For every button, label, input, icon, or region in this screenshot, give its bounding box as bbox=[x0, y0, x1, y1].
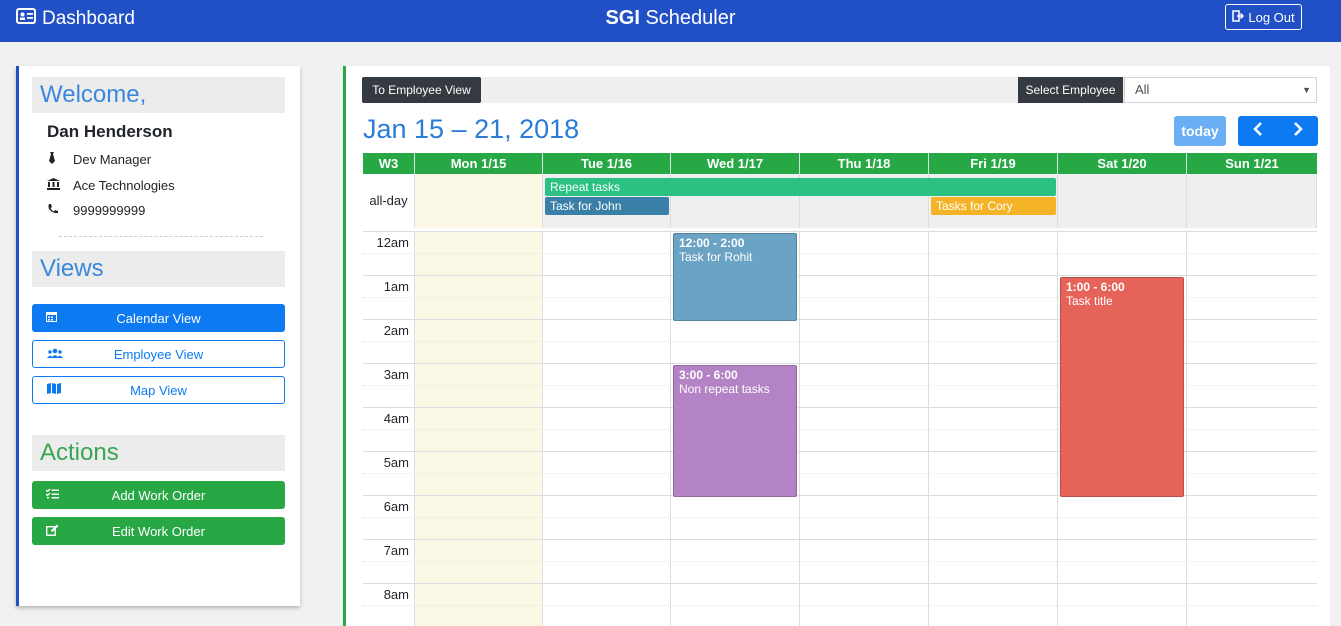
hour-label: 4am bbox=[383, 411, 409, 426]
allday-event[interactable]: Repeat tasks bbox=[545, 178, 1056, 196]
chevron-left-icon bbox=[1253, 121, 1263, 141]
hour-label: 1am bbox=[383, 279, 409, 294]
next-week-button[interactable] bbox=[1278, 116, 1318, 146]
divider bbox=[59, 236, 263, 237]
day-header[interactable]: Wed 1/17 bbox=[671, 153, 800, 174]
allday-cell[interactable] bbox=[1187, 174, 1317, 228]
edit-icon bbox=[45, 524, 59, 539]
tie-icon bbox=[47, 152, 73, 167]
calendar-event[interactable]: 1:00 - 6:00 Task title bbox=[1060, 277, 1184, 497]
calendar-panel: To Employee View Select Employee All ▼ J… bbox=[343, 66, 1330, 626]
sidebar: Welcome, Dan Henderson Dev Manager Ace T… bbox=[16, 66, 300, 606]
user-company-row: Ace Technologies bbox=[47, 178, 175, 193]
hour-line bbox=[363, 231, 1317, 253]
day-header-row: W3 Mon 1/15 Tue 1/16 Wed 1/17 Thu 1/18 F… bbox=[363, 153, 1317, 174]
day-header[interactable]: Thu 1/18 bbox=[800, 153, 929, 174]
hour-line bbox=[363, 495, 1317, 517]
map-view-button[interactable]: Map View bbox=[32, 376, 285, 404]
app-title: SGI Scheduler bbox=[605, 7, 736, 29]
half-hour-line bbox=[363, 561, 1317, 583]
half-hour-line bbox=[363, 517, 1317, 539]
hour-label: 2am bbox=[383, 323, 409, 338]
day-header[interactable]: Sun 1/21 bbox=[1187, 153, 1317, 174]
week-nav-group bbox=[1238, 116, 1318, 146]
add-work-order-button[interactable]: Add Work Order bbox=[32, 481, 285, 509]
users-icon bbox=[47, 348, 63, 361]
calendar-toolbar: To Employee View Select Employee All ▼ bbox=[362, 77, 1317, 103]
chevron-right-icon bbox=[1293, 121, 1303, 141]
user-name: Dan Henderson bbox=[47, 122, 173, 141]
half-hour-line bbox=[363, 253, 1317, 275]
employee-view-button[interactable]: Employee View bbox=[32, 340, 285, 368]
to-employee-view-button[interactable]: To Employee View bbox=[362, 77, 481, 103]
hour-label: 8am bbox=[383, 587, 409, 602]
hour-line bbox=[363, 539, 1317, 561]
logout-icon bbox=[1232, 9, 1245, 25]
select-employee-label: Select Employee bbox=[1018, 77, 1123, 103]
allday-cell[interactable] bbox=[1058, 174, 1187, 228]
day-header[interactable]: Mon 1/15 bbox=[415, 153, 543, 174]
today-button[interactable]: today bbox=[1174, 116, 1226, 146]
day-header[interactable]: Fri 1/19 bbox=[929, 153, 1058, 174]
hour-label: 5am bbox=[383, 455, 409, 470]
time-grid: 12am 1am 2am 3am 4am 5am 6am 7am 8am 12:… bbox=[363, 231, 1317, 626]
hour-label: 7am bbox=[383, 543, 409, 558]
hour-label: 3am bbox=[383, 367, 409, 382]
hour-label: 12am bbox=[376, 235, 409, 250]
welcome-heading: Welcome, bbox=[32, 77, 285, 113]
week-grid: W3 Mon 1/15 Tue 1/16 Wed 1/17 Thu 1/18 F… bbox=[363, 153, 1317, 626]
edit-work-order-button[interactable]: Edit Work Order bbox=[32, 517, 285, 545]
day-header[interactable]: Tue 1/16 bbox=[543, 153, 671, 174]
calendar-icon bbox=[46, 311, 57, 325]
actions-heading: Actions bbox=[32, 435, 285, 471]
allday-event[interactable]: Tasks for Cory bbox=[931, 197, 1056, 215]
calendar-view-button[interactable]: Calendar View bbox=[32, 304, 285, 332]
allday-label: all-day bbox=[363, 174, 415, 228]
allday-cell[interactable] bbox=[415, 174, 543, 228]
allday-event[interactable]: Task for John bbox=[545, 197, 669, 215]
caret-down-icon: ▼ bbox=[1302, 85, 1311, 95]
bank-icon bbox=[47, 178, 73, 193]
top-navbar: Dashboard SGI Scheduler Log Out bbox=[0, 0, 1341, 42]
prev-week-button[interactable] bbox=[1238, 116, 1278, 146]
user-phone-row: 9999999999 bbox=[47, 203, 145, 218]
user-role-row: Dev Manager bbox=[47, 152, 151, 167]
day-header[interactable]: Sat 1/20 bbox=[1058, 153, 1187, 174]
calendar-event[interactable]: 12:00 - 2:00 Task for Rohit bbox=[673, 233, 797, 321]
phone-icon bbox=[47, 203, 73, 218]
hour-line bbox=[363, 583, 1317, 605]
select-employee-dropdown[interactable]: All ▼ bbox=[1124, 77, 1317, 103]
week-number: W3 bbox=[363, 153, 415, 174]
checklist-icon bbox=[45, 488, 59, 502]
calendar-title: Jan 15 – 21, 2018 bbox=[363, 114, 580, 144]
logout-button[interactable]: Log Out bbox=[1225, 4, 1302, 30]
hour-label: 6am bbox=[383, 499, 409, 514]
map-icon bbox=[47, 383, 61, 397]
calendar-event[interactable]: 3:00 - 6:00 Non repeat tasks bbox=[673, 365, 797, 497]
views-heading: Views bbox=[32, 251, 285, 287]
